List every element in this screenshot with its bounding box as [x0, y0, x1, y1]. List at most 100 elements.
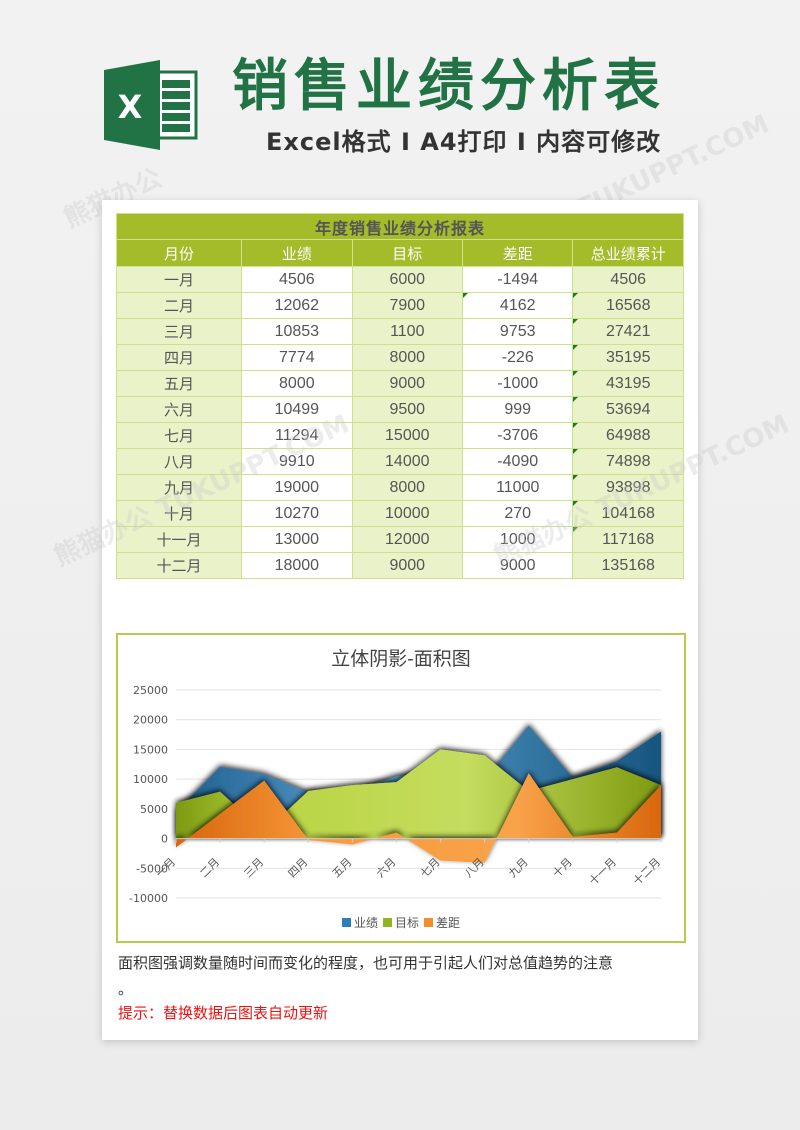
- table-row: 十一月 13000 12000 1000 117168: [115, 526, 684, 553]
- target-cell[interactable]: 10000: [351, 500, 464, 527]
- y-tick-label: 5000: [140, 803, 168, 816]
- table-row: 九月 19000 8000 11000 93898: [115, 474, 684, 501]
- month-cell[interactable]: 六月: [115, 396, 243, 423]
- y-tick-label: 15000: [133, 743, 168, 756]
- cumulative-cell[interactable]: 43195: [572, 370, 684, 397]
- performance-cell[interactable]: 10499: [241, 396, 353, 423]
- performance-cell[interactable]: 9910: [241, 448, 353, 475]
- gap-cell[interactable]: 4162: [461, 292, 574, 319]
- table-row: 六月 10499 9500 999 53694: [115, 396, 684, 423]
- target-cell[interactable]: 15000: [351, 422, 464, 449]
- target-cell[interactable]: 9500: [351, 396, 464, 423]
- legend-item-performance[interactable]: 业绩: [342, 916, 378, 930]
- target-cell[interactable]: 7900: [351, 292, 464, 319]
- gap-cell[interactable]: 9753: [461, 318, 574, 345]
- y-tick-label: 20000: [133, 714, 168, 727]
- gap-cell[interactable]: -1494: [461, 266, 574, 293]
- x-tick-label: 九月: [506, 856, 531, 881]
- x-tick-label: 六月: [374, 856, 399, 881]
- table-title: 年度销售业绩分析报表: [116, 213, 684, 240]
- performance-cell[interactable]: 18000: [241, 552, 353, 579]
- x-tick-label: 四月: [286, 856, 311, 881]
- table-row: 一月 4506 6000 -1494 4506: [115, 266, 684, 293]
- target-cell[interactable]: 12000: [351, 526, 464, 553]
- gap-cell[interactable]: 9000: [461, 552, 574, 579]
- legend-swatch: [342, 918, 351, 927]
- area-chart: 立体阴影-面积图 25000 20000 15000 10000 5000 0 -5000-…: [116, 633, 686, 943]
- performance-cell[interactable]: 19000: [241, 474, 353, 501]
- table-row: 二月 12062 7900 4162 16568: [115, 292, 684, 319]
- target-cell[interactable]: 9000: [351, 552, 464, 579]
- target-cell[interactable]: 6000: [351, 266, 464, 293]
- cumulative-cell[interactable]: 135168: [572, 552, 684, 579]
- chart-title: 立体阴影-面积图: [331, 648, 470, 670]
- month-cell[interactable]: 十月: [115, 500, 243, 527]
- legend-item-gap[interactable]: 差距: [424, 916, 460, 930]
- cumulative-cell[interactable]: 53694: [572, 396, 684, 423]
- chart-description-end: 。: [118, 980, 134, 998]
- legend-item-target[interactable]: 目标: [383, 916, 419, 930]
- target-cell[interactable]: 8000: [351, 474, 464, 501]
- target-cell[interactable]: 1100: [351, 318, 464, 345]
- cumulative-cell[interactable]: 35195: [572, 344, 684, 371]
- excel-logo-icon: X: [104, 60, 198, 150]
- gap-cell[interactable]: 11000: [461, 474, 574, 501]
- cumulative-cell[interactable]: 16568: [572, 292, 684, 319]
- x-tick-label: 二月: [197, 856, 222, 881]
- performance-cell[interactable]: 8000: [241, 370, 353, 397]
- gap-cell[interactable]: 999: [461, 396, 574, 423]
- performance-cell[interactable]: 10270: [241, 500, 353, 527]
- target-cell[interactable]: 8000: [351, 344, 464, 371]
- gap-cell[interactable]: -4090: [461, 448, 574, 475]
- month-cell[interactable]: 五月: [115, 370, 243, 397]
- cumulative-cell[interactable]: 74898: [572, 448, 684, 475]
- performance-cell[interactable]: 12062: [241, 292, 353, 319]
- performance-cell[interactable]: 7774: [241, 344, 353, 371]
- cumulative-cell[interactable]: 27421: [572, 318, 684, 345]
- target-cell[interactable]: 14000: [351, 448, 464, 475]
- month-cell[interactable]: 三月: [115, 318, 243, 345]
- gap-cell[interactable]: -3706: [461, 422, 574, 449]
- month-cell[interactable]: 八月: [115, 448, 243, 475]
- gap-cell[interactable]: -1000: [461, 370, 574, 397]
- cumulative-cell[interactable]: 93898: [572, 474, 684, 501]
- column-header-gap: 差距: [461, 239, 574, 267]
- y-tick-label: 25000: [133, 684, 168, 697]
- x-tick-label: 十二月: [630, 855, 663, 888]
- table-row: 十二月 18000 9000 9000 135168: [115, 552, 684, 579]
- cumulative-cell[interactable]: 104168: [572, 500, 684, 527]
- logo-letter: X: [118, 88, 143, 126]
- page-subtitle: Excel格式 I A4打印 I 内容可修改: [266, 128, 662, 156]
- legend-label: 业绩: [354, 916, 378, 930]
- performance-cell[interactable]: 13000: [241, 526, 353, 553]
- month-cell[interactable]: 二月: [115, 292, 243, 319]
- column-header-target: 目标: [351, 239, 464, 267]
- legend-label: 目标: [395, 916, 419, 930]
- month-cell[interactable]: 七月: [115, 422, 243, 449]
- table-row: 五月 8000 9000 -1000 43195: [115, 370, 684, 397]
- column-header-cumulative: 总业绩累计: [572, 239, 684, 267]
- month-cell[interactable]: 十一月: [115, 526, 243, 553]
- performance-cell[interactable]: 11294: [241, 422, 353, 449]
- month-cell[interactable]: 四月: [115, 344, 243, 371]
- performance-cell[interactable]: 10853: [241, 318, 353, 345]
- performance-cell[interactable]: 4506: [241, 266, 353, 293]
- table-row: 七月 11294 15000 -3706 64988: [115, 422, 684, 449]
- cumulative-cell[interactable]: 64988: [572, 422, 684, 449]
- gap-cell[interactable]: 1000: [461, 526, 574, 553]
- chart-description: 面积图强调数量随时间而变化的程度，也可用于引起人们对总值趋势的注意: [118, 954, 614, 972]
- gap-cell[interactable]: -226: [461, 344, 574, 371]
- legend-swatch: [424, 918, 433, 927]
- update-tip: 提示：替换数据后图表自动更新: [118, 1004, 329, 1022]
- table-row: 三月 10853 1100 9753 27421: [115, 318, 684, 345]
- month-cell[interactable]: 十二月: [115, 552, 243, 579]
- page-title: 销售业绩分析表: [232, 54, 666, 119]
- cumulative-cell[interactable]: 117168: [572, 526, 684, 553]
- cumulative-cell[interactable]: 4506: [572, 266, 684, 293]
- target-cell[interactable]: 9000: [351, 370, 464, 397]
- gap-cell[interactable]: 270: [461, 500, 574, 527]
- month-cell[interactable]: 一月: [115, 266, 243, 293]
- area-chart-svg: 立体阴影-面积图 2500020000150001000050000-5000-…: [129, 648, 663, 930]
- month-cell[interactable]: 九月: [115, 474, 243, 501]
- sales-table: 年度销售业绩分析报表 月份 业绩 目标 差距 总业绩累计 一月 4506 6000-…: [115, 213, 684, 579]
